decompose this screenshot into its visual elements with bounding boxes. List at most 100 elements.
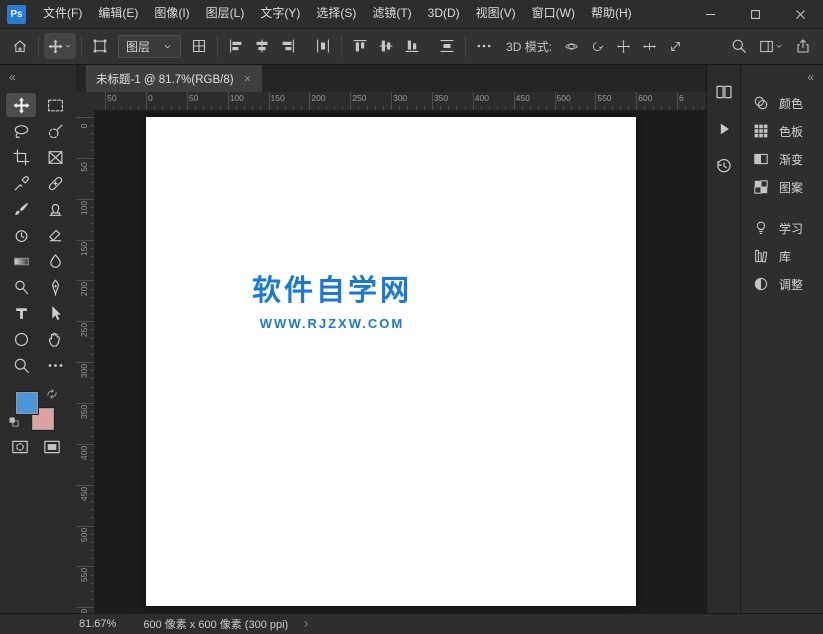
eraser-tool[interactable] [40, 223, 70, 247]
foreground-color-swatch[interactable] [16, 392, 38, 414]
menu-item-3[interactable]: 图像(I) [146, 0, 197, 28]
document-tab[interactable]: 未标题-1 @ 81.7%(RGB/8) [86, 65, 263, 92]
align-middle-vertical-icon[interactable] [373, 33, 399, 59]
ruler-label: 200 [311, 93, 325, 103]
type-tool[interactable] [6, 301, 36, 325]
healing-brush-tool[interactable] [40, 171, 70, 195]
marquee-tool[interactable] [40, 93, 70, 117]
history-brush-tool[interactable] [6, 223, 36, 247]
align-bottom-icon[interactable] [399, 33, 425, 59]
close-button[interactable] [778, 0, 823, 28]
align-left-icon[interactable] [223, 33, 249, 59]
ruler-tick [432, 92, 433, 110]
3d-slide-icon[interactable] [636, 33, 662, 59]
status-menu-chevron-icon[interactable] [301, 619, 311, 629]
gradient-panel-icon [753, 151, 769, 167]
swatches-panel[interactable]: 色板 [741, 117, 823, 145]
ruler-label: 500 [79, 527, 89, 543]
quick-mask-button[interactable] [11, 438, 29, 456]
canvas[interactable]: 软件自学网 WWW.RJZXW.COM [146, 117, 636, 606]
libraries-panel[interactable]: 库 [741, 242, 823, 270]
ruler-tick [555, 92, 556, 110]
brush-tool[interactable] [6, 197, 36, 221]
dodge-tool[interactable] [6, 275, 36, 299]
canvas-subtitle: WWW.RJZXW.COM [252, 316, 412, 331]
collapse-panels-icon[interactable]: « [741, 65, 823, 89]
zoom-level-field[interactable]: 81.67% [79, 618, 116, 630]
photoshop-logo-icon: Ps [7, 5, 26, 24]
distribute-vertical-icon[interactable] [434, 33, 460, 59]
crop-tool[interactable] [6, 145, 36, 169]
collapse-tools-icon[interactable]: « [0, 65, 76, 88]
color-panel[interactable]: 颜色 [741, 89, 823, 117]
move-tool-option-button[interactable] [44, 33, 76, 59]
menu-item-10[interactable]: 窗口(W) [524, 0, 583, 28]
properties-panel-icon[interactable] [715, 83, 733, 101]
move-tool[interactable] [6, 93, 36, 117]
menu-item-9[interactable]: 视图(V) [468, 0, 524, 28]
history-panel-icon[interactable] [715, 157, 733, 175]
show-transform-controls-icon[interactable] [186, 33, 212, 59]
pattern-panel[interactable]: 图案 [741, 173, 823, 201]
libraries-panel-icon [753, 248, 769, 264]
learn-panel-label: 学习 [779, 220, 803, 237]
minimize-button[interactable] [688, 0, 733, 28]
ruler-label: 500 [557, 93, 571, 103]
adjustments-panel[interactable]: 调整 [741, 270, 823, 298]
3d-pan-icon[interactable] [610, 33, 636, 59]
3d-orbit-icon[interactable] [558, 33, 584, 59]
path-selection-tool[interactable] [40, 301, 70, 325]
hand-tool[interactable] [40, 327, 70, 351]
gradient-tool[interactable] [6, 249, 36, 273]
home-icon[interactable] [7, 33, 33, 59]
share-image-icon[interactable] [790, 33, 816, 59]
menu-item-2[interactable]: 编辑(E) [90, 0, 146, 28]
lasso-tool[interactable] [6, 119, 36, 143]
clone-stamp-tool[interactable] [40, 197, 70, 221]
menu-item-7[interactable]: 滤镜(T) [364, 0, 419, 28]
tools-grid [0, 93, 76, 377]
canvas-text-block: 软件自学网 WWW.RJZXW.COM [252, 267, 412, 331]
menu-item-11[interactable]: 帮助(H) [583, 0, 640, 28]
align-top-icon[interactable] [347, 33, 373, 59]
align-center-horizontal-icon[interactable] [249, 33, 275, 59]
quick-selection-tool[interactable] [40, 119, 70, 143]
actions-panel-icon[interactable] [715, 120, 733, 138]
search-icon[interactable] [726, 33, 752, 59]
more-align-options-icon[interactable] [471, 33, 497, 59]
3d-scale-icon[interactable] [662, 33, 688, 59]
document-tab-title: 未标题-1 @ 81.7%(RGB/8) [96, 71, 234, 87]
ruler-label: 100 [79, 200, 89, 216]
zoom-tool[interactable] [6, 353, 36, 377]
distribute-horizontal-icon[interactable] [310, 33, 336, 59]
menu-item-8[interactable]: 3D(D) [420, 0, 468, 28]
workspace-switcher-button[interactable] [752, 33, 790, 59]
menu-item-5[interactable]: 文字(Y) [252, 0, 308, 28]
blur-tool[interactable] [40, 249, 70, 273]
horizontal-ruler[interactable]: 500501001502002503003504004505005506006 [94, 92, 706, 111]
ellipse-tool[interactable] [6, 327, 36, 351]
separator [465, 35, 466, 57]
layer-target-select[interactable]: 图层 [118, 35, 181, 58]
ruler-tick [146, 92, 147, 110]
3d-roll-icon[interactable] [584, 33, 610, 59]
ruler-label: 150 [79, 241, 89, 257]
menu-item-6[interactable]: 选择(S) [308, 0, 364, 28]
vertical-ruler[interactable]: 050100150200250300350400450500550600 [76, 110, 95, 614]
menu-item-1[interactable]: 文件(F) [35, 0, 90, 28]
screen-mode-button[interactable] [43, 438, 61, 456]
switch-colors-icon[interactable] [46, 388, 58, 400]
default-colors-icon[interactable] [8, 416, 20, 428]
eyedropper-tool[interactable] [6, 171, 36, 195]
ruler-label: 100 [230, 93, 244, 103]
auto-select-icon[interactable] [87, 33, 113, 59]
menu-item-4[interactable]: 图层(L) [198, 0, 253, 28]
maximize-button[interactable] [733, 0, 778, 28]
frame-tool[interactable] [40, 145, 70, 169]
edit-toolbar-button[interactable] [40, 353, 70, 377]
pen-tool[interactable] [40, 275, 70, 299]
learn-panel[interactable]: 学习 [741, 214, 823, 242]
gradient-panel[interactable]: 渐变 [741, 145, 823, 173]
align-right-icon[interactable] [275, 33, 301, 59]
tab-close-icon[interactable] [243, 74, 252, 83]
